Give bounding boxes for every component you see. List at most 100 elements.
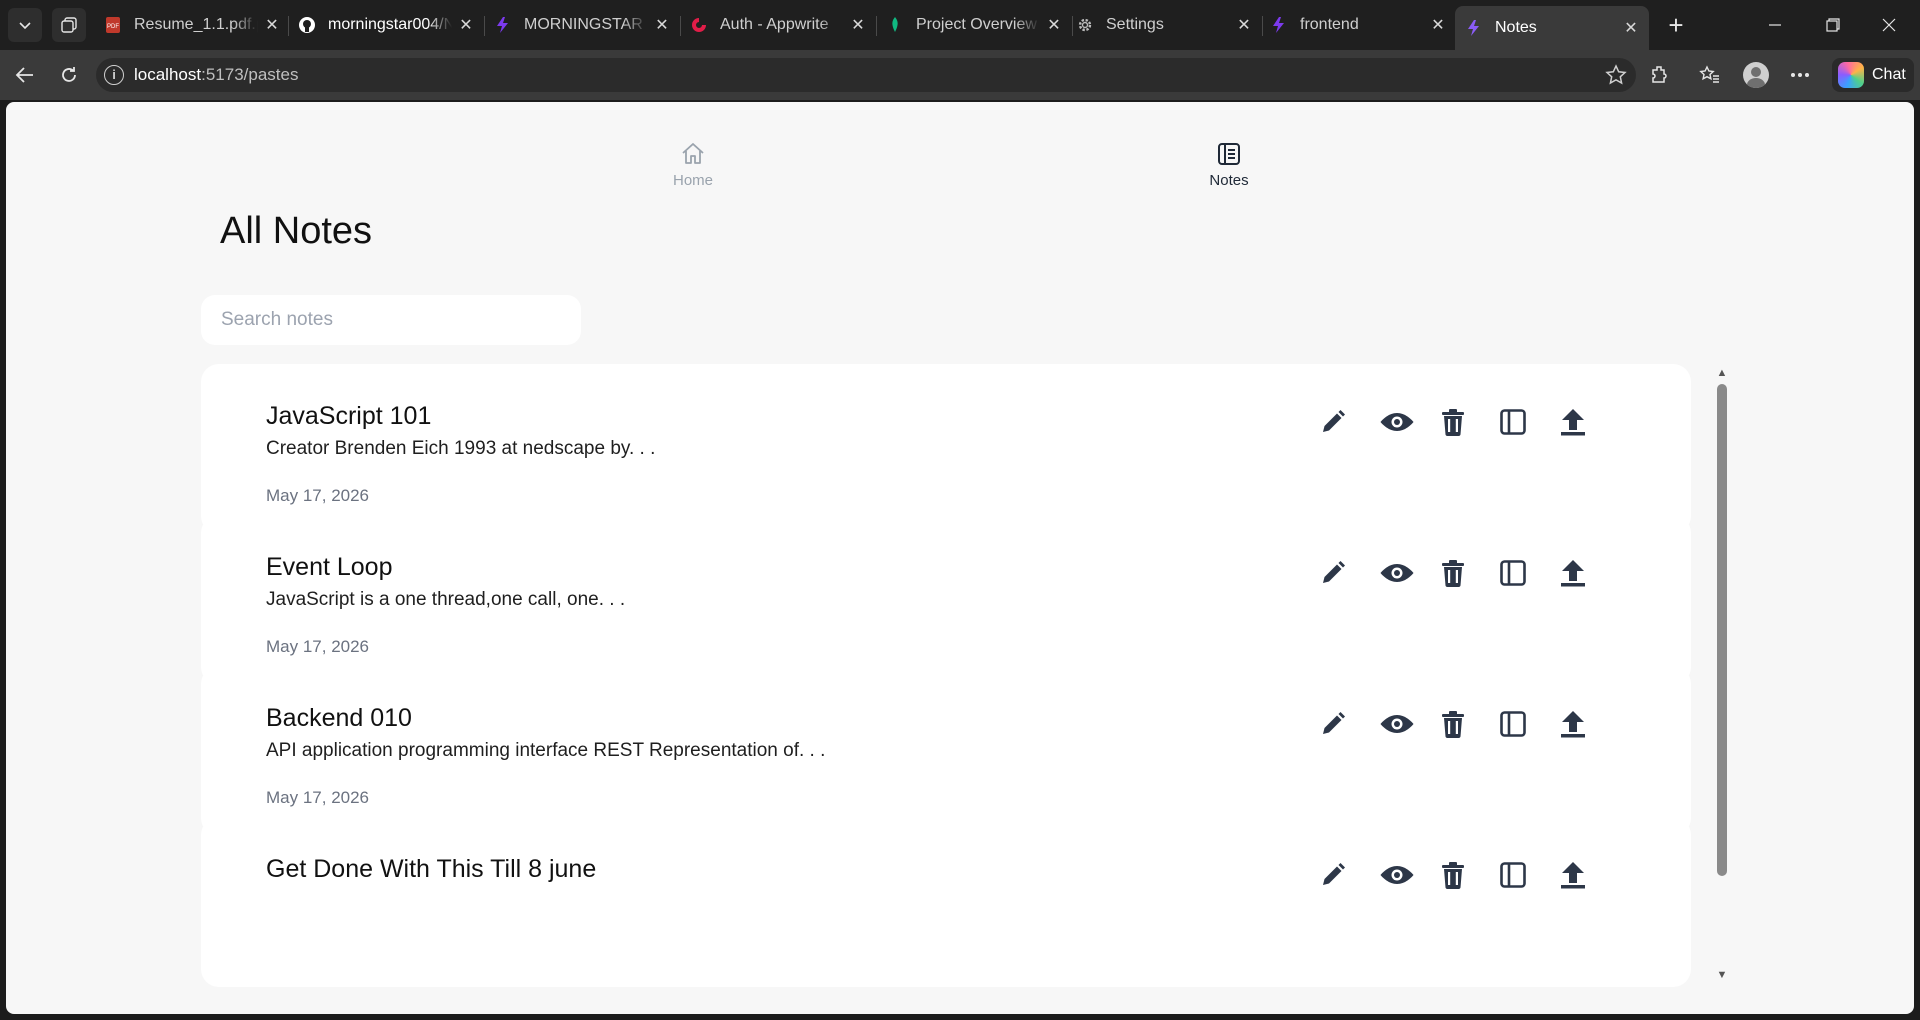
reload-icon[interactable] (52, 58, 86, 92)
scroll-down-arrow-icon[interactable]: ▼ (1715, 968, 1729, 982)
browser-tab[interactable]: Auth - Appwrite ✕ (690, 6, 868, 44)
github-icon (298, 16, 316, 34)
nav-notes[interactable]: Notes (1189, 140, 1269, 189)
favorite-star-icon[interactable] (1604, 63, 1628, 87)
delete-icon (1442, 560, 1464, 588)
share-button[interactable] (1559, 402, 1619, 442)
edit-button[interactable] (1319, 855, 1379, 895)
tab-title: Settings (1106, 16, 1164, 33)
url-path: :5173/pastes (201, 65, 299, 84)
close-tab-icon[interactable]: ✕ (456, 15, 476, 35)
view-button[interactable] (1379, 855, 1439, 895)
delete-button[interactable] (1439, 553, 1499, 593)
search-notes-input[interactable] (201, 295, 581, 345)
vite-icon (1270, 16, 1288, 34)
favorites-icon[interactable] (1692, 58, 1728, 92)
edit-icon (1323, 863, 1345, 885)
more-options-icon[interactable] (1782, 58, 1818, 92)
browser-tab[interactable]: frontend ✕ (1270, 6, 1448, 44)
browser-tab[interactable]: PDF Resume_1.1.pdf.pdf ✕ (104, 6, 282, 44)
share-icon (1561, 409, 1585, 436)
edit-button[interactable] (1319, 402, 1379, 442)
copy-icon (1500, 560, 1526, 586)
note-title: Get Done With This Till 8 june (266, 855, 597, 883)
minimize-icon[interactable] (1752, 8, 1798, 42)
close-tab-icon[interactable]: ✕ (1234, 15, 1254, 35)
close-window-icon[interactable] (1866, 8, 1912, 42)
note-card: Backend 010 API application programming … (201, 666, 1691, 836)
share-button[interactable] (1559, 855, 1619, 895)
appwrite-icon (690, 16, 708, 34)
restore-icon[interactable] (1810, 8, 1856, 42)
mongodb-icon (886, 16, 904, 34)
close-tab-icon[interactable]: ✕ (1428, 15, 1448, 35)
vite-icon (494, 16, 512, 34)
view-button[interactable] (1379, 704, 1439, 744)
share-button[interactable] (1559, 704, 1619, 744)
chat-label: Chat (1872, 66, 1906, 83)
extensions-icon[interactable] (1642, 58, 1678, 92)
tab-actions-chevron-icon[interactable] (8, 8, 42, 42)
note-title: Backend 010 (266, 704, 412, 732)
share-icon (1561, 560, 1585, 587)
close-tab-icon[interactable]: ✕ (1621, 18, 1641, 38)
note-description: JavaScript is a one thread,one call, one… (266, 589, 626, 610)
share-icon (1561, 862, 1585, 889)
site-info-icon[interactable]: i (104, 65, 124, 85)
back-arrow-icon[interactable] (8, 58, 42, 92)
profile-avatar[interactable] (1738, 58, 1774, 92)
copilot-icon (1838, 62, 1864, 88)
edit-button[interactable] (1319, 553, 1379, 593)
gear-icon (1076, 16, 1094, 34)
browser-tab-active[interactable]: Notes ✕ (1455, 6, 1649, 50)
browser-tab[interactable]: morningstar004/Notes ✕ (298, 6, 476, 44)
vite-icon (1465, 19, 1483, 37)
delete-button[interactable] (1439, 402, 1499, 442)
share-button[interactable] (1559, 553, 1619, 593)
svg-text:PDF: PDF (107, 24, 119, 30)
edit-button[interactable] (1319, 704, 1379, 744)
scroll-up-arrow-icon[interactable]: ▲ (1715, 366, 1729, 380)
view-icon (1380, 866, 1414, 884)
tab-separator (1262, 16, 1263, 36)
tab-separator (680, 16, 681, 36)
delete-button[interactable] (1439, 704, 1499, 744)
view-icon (1380, 413, 1414, 431)
copy-button[interactable] (1499, 704, 1559, 744)
browser-tab[interactable]: Settings ✕ (1076, 6, 1254, 44)
nav-home[interactable]: Home (653, 140, 733, 189)
avatar-icon (1743, 62, 1769, 88)
tab-separator (1072, 16, 1073, 36)
tab-title: MORNINGSTAR | Dashboard (524, 16, 648, 33)
tab-title: Auth - Appwrite (720, 16, 829, 33)
address-bar[interactable]: i localhost:5173/pastes (96, 58, 1636, 92)
view-button[interactable] (1379, 553, 1439, 593)
scrollbar[interactable]: ▲ ▼ (1711, 364, 1733, 984)
close-tab-icon[interactable]: ✕ (262, 15, 282, 35)
tab-title: Notes (1495, 19, 1537, 36)
browser-tab[interactable]: MORNINGSTAR | Dashboard ✕ (494, 6, 672, 44)
scrollbar-thumb[interactable] (1717, 384, 1727, 876)
edit-icon (1323, 410, 1345, 432)
workspaces-icon[interactable] (52, 8, 86, 42)
close-tab-icon[interactable]: ✕ (652, 15, 672, 35)
url-text[interactable]: localhost:5173/pastes (134, 65, 298, 85)
url-host: localhost (134, 65, 202, 84)
delete-icon (1442, 711, 1464, 739)
copy-button[interactable] (1499, 553, 1559, 593)
notes-list[interactable]: JavaScript 101 Creator Brenden Eich 1993… (201, 364, 1727, 1014)
copy-button[interactable] (1499, 855, 1559, 895)
note-actions (1319, 402, 1619, 442)
copilot-chat-button[interactable]: Chat (1832, 58, 1914, 92)
copy-icon (1500, 862, 1526, 888)
browser-tab[interactable]: Project Overview | MongoDB ✕ (886, 6, 1064, 44)
copy-button[interactable] (1499, 402, 1559, 442)
view-button[interactable] (1379, 402, 1439, 442)
copy-icon (1500, 409, 1526, 435)
close-tab-icon[interactable]: ✕ (1044, 15, 1064, 35)
delete-button[interactable] (1439, 855, 1499, 895)
new-tab-button[interactable]: + (1660, 10, 1692, 42)
tab-title: frontend (1300, 16, 1359, 33)
home-icon (679, 140, 707, 168)
close-tab-icon[interactable]: ✕ (848, 15, 868, 35)
